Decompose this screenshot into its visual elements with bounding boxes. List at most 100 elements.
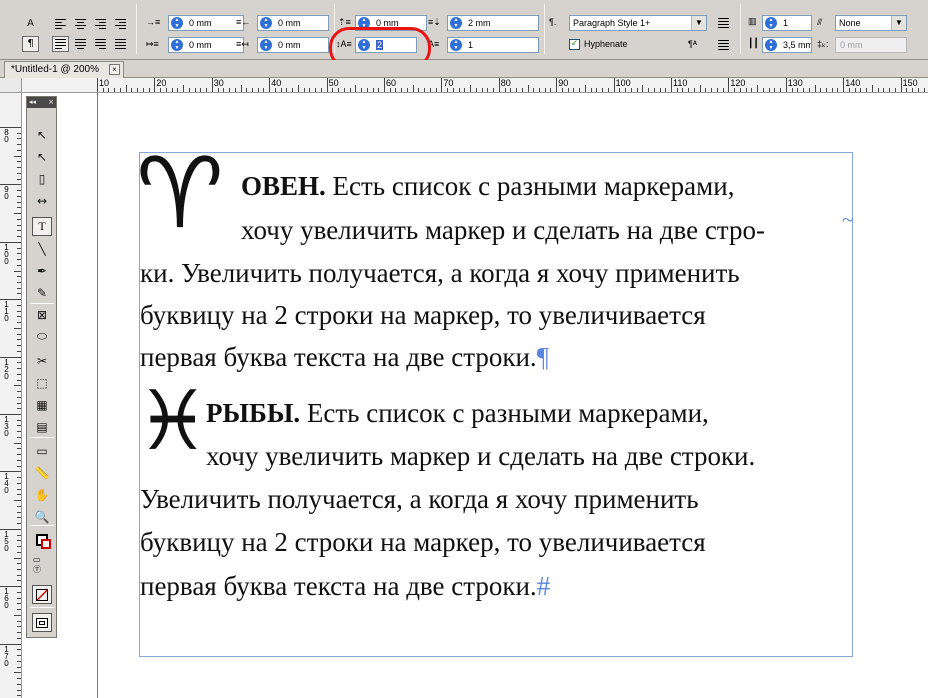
gradient-feather-tool[interactable]: ▤: [32, 417, 52, 436]
align-left-button[interactable]: [52, 16, 69, 32]
ruler-tick: [550, 88, 552, 92]
left-indent-field[interactable]: ▲ ▼ 0 mm: [168, 15, 244, 31]
ruler-tick: [97, 78, 98, 92]
pencil-tool[interactable]: ✎: [32, 283, 52, 302]
paragraph-2-line-1[interactable]: РЫБЫ. Есть список с разными маркерами,: [206, 397, 709, 429]
last-line-indent-field[interactable]: ▲ ▼ 0 mm: [257, 37, 329, 53]
ruler-tick: [487, 88, 489, 92]
type-tool[interactable]: T: [32, 217, 52, 236]
ruler-tick: [458, 88, 460, 92]
document-tab-bar: *Untitled-1 @ 200% ×: [0, 60, 928, 78]
ruler-label: 120: [730, 78, 746, 88]
ruler-tick: [17, 511, 21, 513]
ruler-tick: [14, 327, 21, 329]
rectangle-frame-tool[interactable]: ⊠: [32, 305, 52, 324]
ruler-tick: [17, 459, 21, 461]
scissors-tool[interactable]: ✂: [32, 351, 52, 370]
normal-view-button[interactable]: [32, 613, 52, 632]
space-after-field[interactable]: ▲ ▼ 2 mm: [447, 15, 539, 31]
hyphenate-checkbox[interactable]: ✓: [569, 39, 580, 50]
ruler-origin[interactable]: [0, 78, 22, 93]
paragraph-mode-button[interactable]: ¶: [22, 36, 39, 52]
document-tab[interactable]: *Untitled-1 @ 200% ×: [4, 61, 124, 78]
zoom-tool[interactable]: 🔍: [32, 507, 52, 526]
align-towards-spine-button[interactable]: [112, 16, 129, 32]
ruler-tick: [17, 603, 21, 605]
close-icon[interactable]: ×: [108, 64, 120, 75]
gap-tool[interactable]: ↔: [32, 191, 52, 210]
paragraph-2-line-3[interactable]: Увеличить получается, а когда я хочу при…: [140, 483, 699, 515]
ruler-tick: [269, 78, 271, 92]
character-mode-button[interactable]: A: [22, 16, 39, 32]
ruler-tick: [137, 88, 139, 92]
ruler-tick: [125, 85, 127, 92]
ruler-tick: [762, 88, 764, 92]
fill-stroke-swatch[interactable]: [32, 530, 52, 549]
ellipse-tool[interactable]: ⬭: [32, 327, 52, 346]
first-line-indent-field[interactable]: ▲ ▼ 0 mm: [168, 37, 244, 53]
paragraph-1-line-4[interactable]: буквицу на 2 строки на маркер, то увелич…: [140, 299, 706, 331]
gutter-field[interactable]: ▲ ▼ 3,5 mm: [762, 37, 812, 53]
ruler-tick: [372, 88, 374, 92]
align-to-baseline-grid-button[interactable]: [715, 37, 732, 53]
paragraph-1-line-5[interactable]: первая буква текста на две строки.¶: [140, 341, 549, 373]
paragraph-2-line-4[interactable]: буквицу на 2 строки на маркер, то увелич…: [140, 526, 706, 558]
paragraph-2-line-5[interactable]: первая буква текста на две строки.#: [140, 570, 550, 602]
ruler-tick: [102, 88, 104, 92]
ruler-tick: [544, 88, 546, 92]
free-transform-tool[interactable]: ⬚: [32, 373, 52, 392]
ruler-tick: [406, 88, 408, 92]
justify-center-button[interactable]: [72, 36, 89, 52]
collapse-icon[interactable]: ◂◂: [29, 98, 36, 107]
hand-tool[interactable]: ✋: [32, 485, 52, 504]
right-indent-field[interactable]: ▲ ▼ 0 mm: [257, 15, 329, 31]
justify-all-button[interactable]: [112, 36, 129, 52]
justify-left-button[interactable]: [52, 36, 69, 52]
align-center-button[interactable]: [72, 16, 89, 32]
note-tool[interactable]: ▭: [32, 441, 52, 460]
paragraph-1-line-1[interactable]: ОВЕН. Есть список с разными маркерами,: [241, 170, 853, 202]
spinner-icon: ▲ ▼: [450, 39, 462, 51]
ruler-tick: [297, 85, 299, 92]
space-after-icon: ≡⇣: [428, 17, 441, 27]
vertical-ruler[interactable]: 80 90 100 110 120 130 140 150 160 170: [0, 93, 22, 698]
ruler-tick: [860, 88, 862, 92]
paragraph-style-options-icon[interactable]: ¶ᴬ: [688, 39, 697, 49]
span-columns-dropdown[interactable]: None ▼: [835, 15, 907, 31]
ruler-tick: [699, 85, 701, 92]
measure-tool[interactable]: 📏: [32, 463, 52, 482]
ruler-tick: [17, 626, 21, 628]
paragraph-2-line-2[interactable]: хочу увеличить маркер и сделать на две с…: [206, 440, 755, 472]
direct-selection-tool[interactable]: ↖: [32, 147, 52, 166]
none-swatch-icon: [36, 588, 48, 601]
formatting-container-button[interactable]: ▭ Ⓣ: [32, 555, 52, 574]
align-to-baseline-button[interactable]: [715, 15, 732, 31]
paragraph-style-dropdown[interactable]: Paragraph Style 1+ ▼: [569, 15, 707, 31]
ruler-tick: [0, 184, 21, 186]
columns-field[interactable]: ▲ ▼ 1: [762, 15, 812, 31]
pen-tool-icon: ✒: [36, 263, 48, 278]
ruler-tick: [854, 88, 856, 92]
ruler-tick: [785, 78, 787, 92]
horizontal-ruler[interactable]: 10 20 30 40 50 60 70 80 90 100 110 120 130 140 150: [22, 78, 928, 93]
gradient-tool[interactable]: ▦: [32, 395, 52, 414]
ruler-tick: [906, 88, 908, 92]
apply-none-button[interactable]: [32, 585, 52, 604]
justify-right-button[interactable]: [92, 36, 109, 52]
tools-panel-header[interactable]: ◂◂ ×: [27, 97, 56, 108]
drop-cap-chars-field[interactable]: ▲ ▼ 1: [447, 37, 539, 53]
pen-tool[interactable]: ✒: [32, 261, 52, 280]
page-tool[interactable]: ▯: [32, 169, 52, 188]
ruler-tick: [194, 88, 196, 92]
selection-tool[interactable]: ↖: [32, 125, 52, 144]
line-tool[interactable]: ╲: [32, 239, 52, 258]
document-tab-title: *Untitled-1 @ 200%: [11, 64, 99, 75]
ruler-tick: [682, 88, 684, 92]
align-right-button[interactable]: [92, 16, 109, 32]
ruler-tick: [17, 454, 21, 456]
ruler-tick: [17, 281, 21, 283]
close-icon[interactable]: ×: [48, 98, 54, 107]
paragraph-1-line-2[interactable]: хочу увеличить маркер и сделать на две с…: [241, 214, 765, 246]
paragraph-1-line-3[interactable]: ки. Увеличить получается, а когда я хочу…: [140, 257, 740, 289]
ruler-tick: [0, 299, 21, 301]
